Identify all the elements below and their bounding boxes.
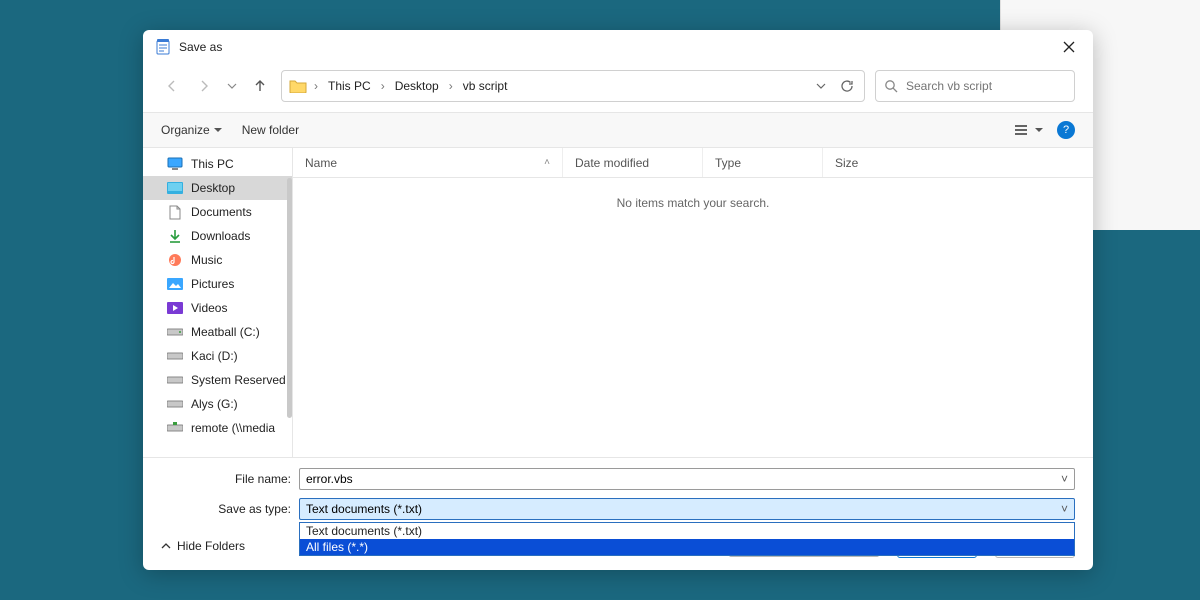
document-icon [167, 204, 183, 220]
file-list: Name ˄ Date modified Type Size No items … [293, 148, 1093, 457]
save-type-value: Text documents (*.txt) [306, 502, 1061, 516]
search-box[interactable] [875, 70, 1075, 102]
save-type-dropdown: Text documents (*.txt) All files (*.*) [299, 522, 1075, 556]
list-view-icon [1015, 124, 1031, 136]
arrow-left-icon [164, 78, 180, 94]
sidebar-item-label: Desktop [191, 181, 235, 195]
column-date[interactable]: Date modified [563, 148, 703, 177]
breadcrumb-item-1[interactable]: Desktop [391, 77, 443, 95]
recent-locations-chevron[interactable] [225, 81, 239, 91]
videos-icon [167, 300, 183, 316]
footer: File name: ˅ Save as type: Text document… [143, 457, 1093, 570]
sidebar-item-downloads[interactable]: Downloads [143, 224, 292, 248]
file-name-input[interactable] [306, 472, 1061, 486]
notepad-icon [155, 39, 171, 55]
toolbar: Organize New folder ? [143, 112, 1093, 148]
up-button[interactable] [249, 75, 271, 97]
sidebar-item-documents[interactable]: Documents [143, 200, 292, 224]
help-button[interactable]: ? [1057, 121, 1075, 139]
file-name-label: File name: [161, 472, 291, 486]
sidebar-item-label: remote (\\media [191, 421, 275, 435]
sidebar-item-music[interactable]: Music [143, 248, 292, 272]
save-type-label: Save as type: [161, 502, 291, 516]
network-drive-icon [167, 420, 183, 436]
drive-icon [167, 348, 183, 364]
download-icon [167, 228, 183, 244]
breadcrumb-item-0[interactable]: This PC [324, 77, 375, 95]
sidebar-item-system-reserved[interactable]: System Reserved [143, 368, 292, 392]
sidebar-item-label: Kaci (D:) [191, 349, 238, 363]
save-as-dialog: Save as › This PC › Desktop › vb scrip [143, 30, 1093, 570]
sort-indicator-icon: ˄ [544, 157, 550, 168]
close-button[interactable] [1057, 35, 1081, 59]
sidebar-item-remote[interactable]: remote (\\media [143, 416, 292, 440]
organize-label: Organize [161, 123, 210, 137]
type-option-all[interactable]: All files (*.*) [300, 539, 1074, 555]
column-type[interactable]: Type [703, 148, 823, 177]
sidebar-item-label: Alys (G:) [191, 397, 238, 411]
chevron-down-icon [214, 126, 222, 134]
chevron-down-icon [1035, 126, 1043, 134]
sidebar-item-videos[interactable]: Videos [143, 296, 292, 320]
sidebar-item-label: Meatball (C:) [191, 325, 260, 339]
sidebar-scrollbar[interactable] [287, 178, 292, 418]
organize-button[interactable]: Organize [161, 123, 222, 137]
sidebar-item-desktop[interactable]: Desktop [143, 176, 292, 200]
chevron-down-icon [816, 81, 826, 91]
chevron-up-icon [161, 541, 171, 551]
refresh-button[interactable] [836, 79, 858, 93]
hide-folders-button[interactable]: Hide Folders [161, 539, 245, 553]
search-input[interactable] [906, 79, 1066, 93]
chevron-down-icon[interactable]: ˅ [1061, 472, 1068, 486]
sidebar-item-label: Documents [191, 205, 252, 219]
titlebar: Save as [143, 30, 1093, 64]
type-option-txt[interactable]: Text documents (*.txt) [300, 523, 1074, 539]
breadcrumb-dropdown[interactable] [810, 81, 832, 91]
view-options-button[interactable] [1015, 124, 1043, 136]
sidebar-item-label: Music [191, 253, 222, 267]
drive-icon [167, 396, 183, 412]
desktop-icon [167, 180, 183, 196]
sidebar-item-label: Downloads [191, 229, 250, 243]
forward-button[interactable] [193, 75, 215, 97]
sidebar-item-this-pc[interactable]: This PC [143, 152, 292, 176]
chevron-down-icon[interactable]: ˅ [1061, 502, 1068, 516]
sidebar-item-drive-d[interactable]: Kaci (D:) [143, 344, 292, 368]
column-headers: Name ˄ Date modified Type Size [293, 148, 1093, 178]
file-name-combo[interactable]: ˅ [299, 468, 1075, 490]
sidebar-item-label: This PC [191, 157, 234, 171]
nav-row: › This PC › Desktop › vb script [143, 64, 1093, 112]
empty-message: No items match your search. [293, 178, 1093, 457]
drive-icon [167, 372, 183, 388]
music-icon [167, 252, 183, 268]
save-type-combo[interactable]: Text documents (*.txt) ˅ [299, 498, 1075, 520]
pictures-icon [167, 276, 183, 292]
sidebar-item-drive-c[interactable]: Meatball (C:) [143, 320, 292, 344]
sidebar: This PC Desktop Documents Downloads Musi… [143, 148, 293, 457]
column-name[interactable]: Name ˄ [293, 148, 563, 177]
back-button[interactable] [161, 75, 183, 97]
sidebar-item-label: Videos [191, 301, 227, 315]
refresh-icon [840, 79, 854, 93]
breadcrumb-sep: › [312, 79, 320, 93]
sidebar-item-label: Pictures [191, 277, 234, 291]
arrow-up-icon [252, 78, 268, 94]
sidebar-item-pictures[interactable]: Pictures [143, 272, 292, 296]
column-size[interactable]: Size [823, 148, 903, 177]
dialog-title: Save as [179, 40, 222, 54]
arrow-right-icon [196, 78, 212, 94]
new-folder-button[interactable]: New folder [242, 123, 299, 137]
drive-icon [167, 324, 183, 340]
folder-icon [288, 76, 308, 96]
search-icon [884, 79, 898, 93]
sidebar-item-drive-g[interactable]: Alys (G:) [143, 392, 292, 416]
sidebar-item-label: System Reserved [191, 373, 286, 387]
breadcrumb-bar[interactable]: › This PC › Desktop › vb script [281, 70, 865, 102]
breadcrumb-item-2[interactable]: vb script [459, 77, 512, 95]
chevron-down-icon [227, 81, 237, 91]
monitor-icon [167, 156, 183, 172]
